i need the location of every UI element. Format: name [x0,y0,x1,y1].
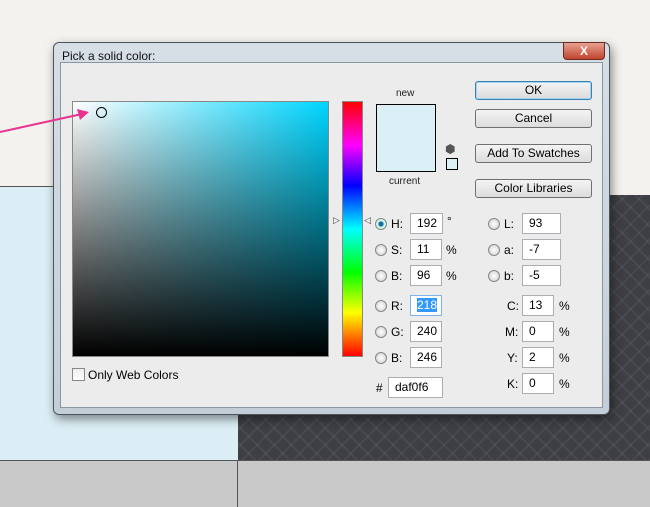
color-swatch-new-current [376,104,436,172]
blue-label: B: [391,351,403,365]
g-input[interactable]: 240 [410,321,442,342]
add-to-swatches-button[interactable]: Add To Swatches [475,144,592,163]
a-input[interactable]: -7 [522,239,561,260]
m-input[interactable]: 0 [522,321,554,342]
background-bottom-strip [0,460,650,507]
only-web-colors-checkbox[interactable] [72,368,85,381]
hue-slider[interactable] [342,101,363,357]
r-label: R: [391,299,403,313]
blue-input[interactable]: 246 [410,347,442,368]
k-label: K: [507,377,519,391]
r-radio[interactable] [375,300,387,312]
b-label: B: [391,269,403,283]
lab-b-radio[interactable] [488,270,500,282]
blue-radio[interactable] [375,352,387,364]
s-radio[interactable] [375,244,387,256]
lab-b-input[interactable]: -5 [522,265,561,286]
k-input[interactable]: 0 [522,373,554,394]
b-radio[interactable] [375,270,387,282]
k-unit: % [559,377,570,391]
m-unit: % [559,325,570,339]
cancel-button[interactable]: Cancel [475,109,592,128]
current-label: current [389,176,421,187]
c-input[interactable]: 13 [522,295,554,316]
color-libraries-button[interactable]: Color Libraries [475,179,592,198]
g-label: G: [391,325,404,339]
hex-input[interactable]: daf0f6 [388,377,443,398]
dialog-title: Pick a solid color: [62,49,156,63]
background-divider [237,460,238,507]
m-label: M: [505,325,519,339]
color-field[interactable] [72,101,329,357]
ok-button[interactable]: OK [475,81,592,100]
g-radio[interactable] [375,326,387,338]
h-input[interactable]: 192 [410,213,443,234]
gamut-cube-icon[interactable]: ⬢ [445,142,455,156]
y-label: Y: [507,351,518,365]
lab-b-label: b: [504,269,515,283]
h-label: H: [391,217,403,231]
pink-arrow-annotation [0,109,89,133]
c-unit: % [559,299,570,313]
h-radio[interactable] [375,218,387,230]
l-input[interactable]: 93 [522,213,561,234]
web-safe-swatch[interactable] [446,158,458,170]
new-label: new [396,88,415,99]
h-unit: ° [447,214,452,228]
only-web-colors-label: Only Web Colors [88,368,179,382]
s-unit: % [446,243,457,257]
b-unit: % [446,269,457,283]
a-radio[interactable] [488,244,500,256]
close-button[interactable]: X [563,42,605,60]
s-input[interactable]: 11 [410,239,442,260]
b-input[interactable]: 96 [410,265,442,286]
c-label: C: [507,299,519,313]
l-radio[interactable] [488,218,500,230]
hue-slider-left-handle-icon[interactable]: ▷ [333,215,340,226]
hue-slider-right-handle-icon[interactable]: ◁ [364,215,371,226]
s-label: S: [391,243,403,257]
hex-label: # [376,381,383,395]
a-label: a: [504,243,515,257]
y-input[interactable]: 2 [522,347,554,368]
r-value: 218 [417,298,438,312]
r-input[interactable]: 218 [410,295,442,316]
l-label: L: [504,217,515,231]
y-unit: % [559,351,570,365]
